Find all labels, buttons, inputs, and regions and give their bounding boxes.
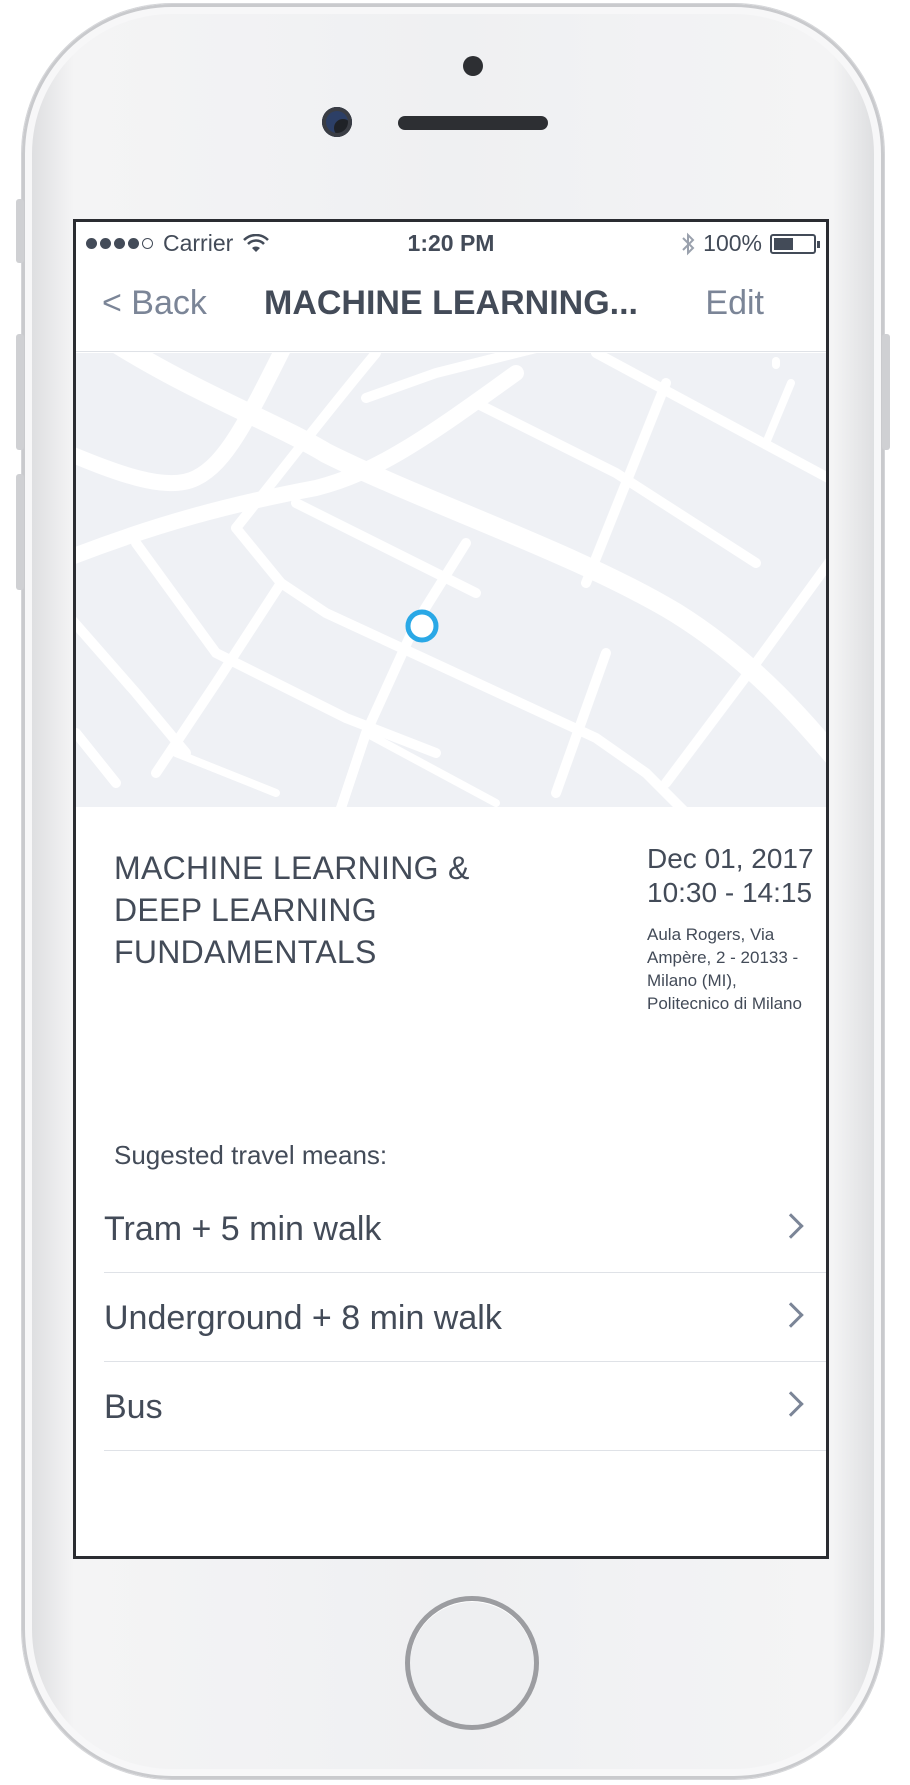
volume-up-button bbox=[16, 334, 24, 450]
chevron-right-icon bbox=[778, 1213, 804, 1239]
address-line: Milano (MI), bbox=[647, 971, 737, 990]
travel-options-list: Tram + 5 min walk Underground + 8 min wa… bbox=[104, 1184, 826, 1451]
travel-option-underground[interactable]: Underground + 8 min walk bbox=[104, 1273, 826, 1362]
travel-option-label: Underground + 8 min walk bbox=[104, 1299, 502, 1337]
event-title-line: MACHINE LEARNING & bbox=[114, 850, 470, 886]
location-pin-icon bbox=[405, 609, 439, 643]
earpiece-speaker bbox=[398, 116, 548, 130]
address-line: Ampère, 2 - 20133 - bbox=[647, 948, 799, 967]
battery-level bbox=[774, 237, 793, 250]
event-title: MACHINE LEARNING & DEEP LEARNING FUNDAME… bbox=[114, 847, 504, 973]
battery-icon bbox=[770, 233, 820, 254]
battery-percent: 100% bbox=[703, 230, 762, 256]
travel-option-tram[interactable]: Tram + 5 min walk bbox=[104, 1184, 826, 1273]
location-map[interactable] bbox=[76, 353, 826, 807]
event-schedule: Dec 01, 2017 10:30 - 14:15 bbox=[647, 842, 814, 910]
travel-option-label: Bus bbox=[104, 1388, 163, 1426]
event-address: Aula Rogers, Via Ampère, 2 - 20133 - Mil… bbox=[647, 923, 819, 1015]
chevron-right-icon bbox=[778, 1302, 804, 1328]
proximity-sensor bbox=[463, 56, 483, 76]
travel-option-label: Tram + 5 min walk bbox=[104, 1210, 382, 1248]
status-bar: Carrier 1:20 PM 100% bbox=[76, 222, 826, 262]
travel-option-bus[interactable]: Bus bbox=[104, 1362, 826, 1451]
travel-section-header: Sugested travel means: bbox=[114, 1140, 388, 1170]
edit-button[interactable]: Edit bbox=[705, 284, 764, 323]
event-time-range: 10:30 - 14:15 bbox=[647, 877, 813, 908]
bluetooth-icon bbox=[682, 232, 695, 255]
back-button[interactable]: < Back bbox=[102, 284, 207, 323]
silent-switch bbox=[16, 199, 24, 263]
status-right: 100% bbox=[681, 230, 820, 257]
event-date: Dec 01, 2017 bbox=[647, 843, 814, 874]
map-streets bbox=[76, 353, 826, 807]
home-button[interactable] bbox=[405, 1596, 539, 1730]
front-camera bbox=[322, 107, 352, 137]
volume-down-button bbox=[16, 474, 24, 590]
event-title-line: DEEP LEARNING bbox=[114, 892, 377, 928]
address-line: Politecnico di Milano bbox=[647, 994, 802, 1013]
chevron-right-icon bbox=[778, 1391, 804, 1417]
page-title: MACHINE LEARNING... bbox=[264, 284, 638, 322]
address-line: Aula Rogers, Via bbox=[647, 925, 775, 944]
app-screen: Carrier 1:20 PM 100% < Back MACHINE LEAR… bbox=[73, 219, 829, 1559]
navigation-bar: < Back MACHINE LEARNING... Edit bbox=[76, 262, 826, 352]
event-title-line: FUNDAMENTALS bbox=[114, 934, 377, 970]
power-button bbox=[882, 334, 890, 450]
